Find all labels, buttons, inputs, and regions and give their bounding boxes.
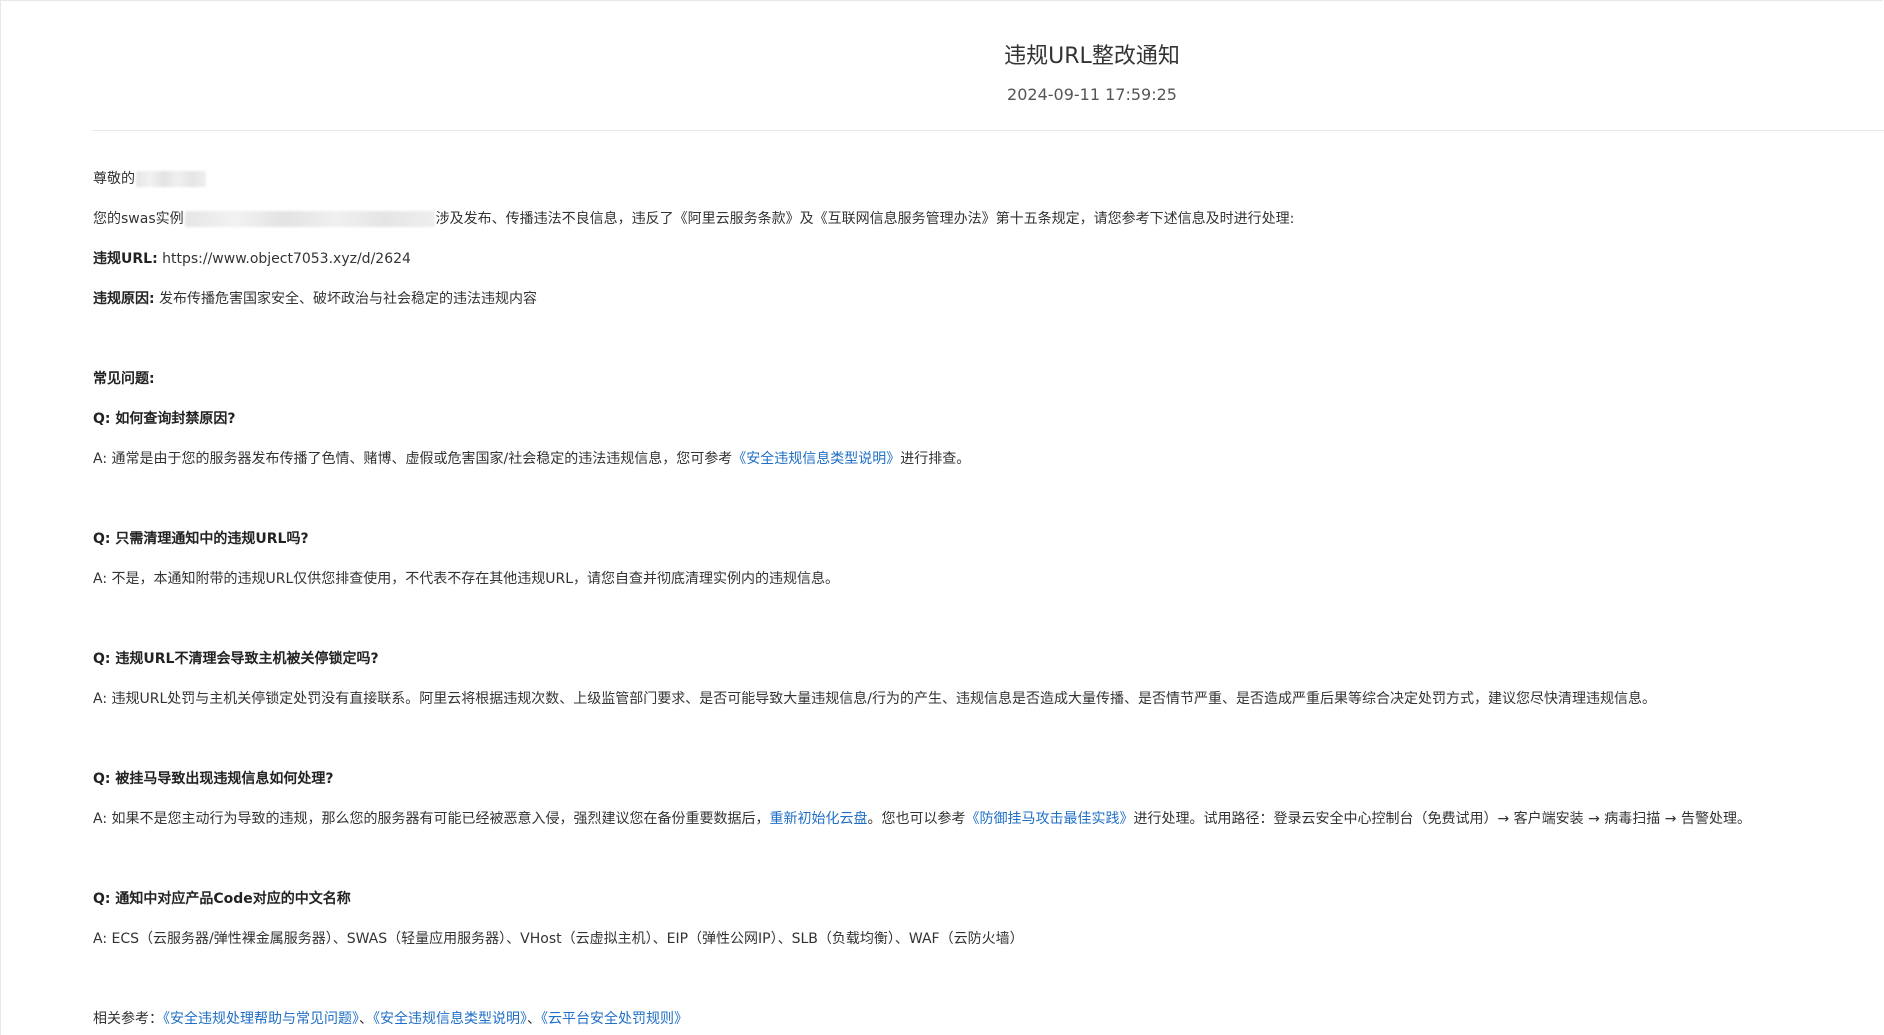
violation-url-value: https://www.object7053.xyz/d/2624	[157, 251, 411, 267]
intro-prefix: 您的swas实例	[93, 211, 184, 227]
violation-reason-value: 发布传播危害国家安全、破坏政治与社会稳定的违法违规内容	[154, 291, 538, 307]
redacted-instance-id	[184, 211, 435, 227]
greeting-line: 尊敬的	[93, 169, 206, 189]
references-separator-2: 、	[527, 1011, 541, 1027]
faq-question-4: Q: 被挂马导致出现违规信息如何处理?	[93, 771, 334, 787]
violation-types-ref-link[interactable]: 《安全违规信息类型说明》	[373, 1011, 527, 1027]
notice-frame	[0, 0, 1883, 1035]
faq-question-2: Q: 只需清理通知中的违规URL吗?	[93, 531, 309, 547]
faq-question-3: Q: 违规URL不清理会导致主机被关停锁定吗?	[93, 651, 379, 667]
trojan-defense-link[interactable]: 《防御挂马攻击最佳实践》	[966, 811, 1134, 827]
faq-question-5: Q: 通知中对应产品Code对应的中文名称	[93, 891, 351, 907]
references-line: 相关参考：《安全违规处理帮助与常见问题》、《安全违规信息类型说明》、《云平台安全…	[93, 1009, 688, 1029]
faq-answer-1-prefix: A: 通常是由于您的服务器发布传播了色情、赌博、虚假或危害国家/社会稳定的违法违…	[93, 451, 733, 467]
violation-reason-label: 违规原因:	[93, 291, 155, 307]
references-separator-1: 、	[359, 1011, 373, 1027]
violation-url-label: 违规URL:	[93, 251, 158, 267]
notice-header: 违规URL整改通知 2024-09-11 17:59:25	[92, 0, 1884, 131]
faq-answer-4-suffix: 进行处理。试用路径：登录云安全中心控制台（免费试用）→ 客户端安装 → 病毒扫描…	[1133, 811, 1751, 827]
violation-reason-line: 违规原因: 发布传播危害国家安全、破坏政治与社会稳定的违法违规内容	[93, 289, 537, 309]
intro-suffix: 涉及发布、传播违法不良信息，违反了《阿里云服务条款》及《互联网信息服务管理办法》…	[435, 211, 1295, 227]
violation-types-link[interactable]: 《安全违规信息类型说明》	[732, 451, 900, 467]
faq-answer-2: A: 不是，本通知附带的违规URL仅供您排查使用，不代表不存在其他违规URL，请…	[93, 571, 840, 587]
intro-line: 您的swas实例 涉及发布、传播违法不良信息，违反了《阿里云服务条款》及《互联网信…	[93, 209, 1294, 229]
violation-url-line: 违规URL: https://www.object7053.xyz/d/2624	[93, 249, 411, 269]
faq-answer-4-prefix: A: 如果不是您主动行为导致的违规，那么您的服务器有可能已经被恶意入侵，强烈建议…	[93, 811, 770, 827]
faq-heading: 常见问题:	[93, 371, 155, 387]
references-label: 相关参考：	[93, 1011, 163, 1027]
faq-question-1: Q: 如何查询封禁原因?	[93, 411, 236, 427]
faq-answer-3: A: 违规URL处罚与主机关停锁定处罚没有直接联系。阿里云将根据违规次数、上级监…	[93, 691, 1656, 707]
notice-title: 违规URL整改通知	[1004, 44, 1180, 69]
faq-answer-1: A: 通常是由于您的服务器发布传播了色情、赌博、虚假或危害国家/社会稳定的违法违…	[93, 449, 970, 469]
penalty-rules-link[interactable]: 《云平台安全处罚规则》	[541, 1011, 688, 1027]
faq-answer-4-mid: 。您也可以参考	[867, 811, 966, 827]
faq-answer-4: A: 如果不是您主动行为导致的违规，那么您的服务器有可能已经被恶意入侵，强烈建议…	[93, 809, 1751, 829]
redacted-recipient-name	[136, 171, 206, 187]
faq-answer-1-suffix: 进行排查。	[900, 451, 971, 467]
notice-datetime: 2024-09-11 17:59:25	[1007, 85, 1177, 104]
faq-answer-5: A: ECS（云服务器/弹性裸金属服务器）、SWAS（轻量应用服务器）、VHos…	[93, 931, 1024, 947]
reinitialize-disk-link[interactable]: 重新初始化云盘	[770, 811, 868, 827]
greeting-text: 尊敬的	[93, 171, 135, 187]
security-help-faq-link[interactable]: 《安全违规处理帮助与常见问题》	[163, 1011, 359, 1027]
